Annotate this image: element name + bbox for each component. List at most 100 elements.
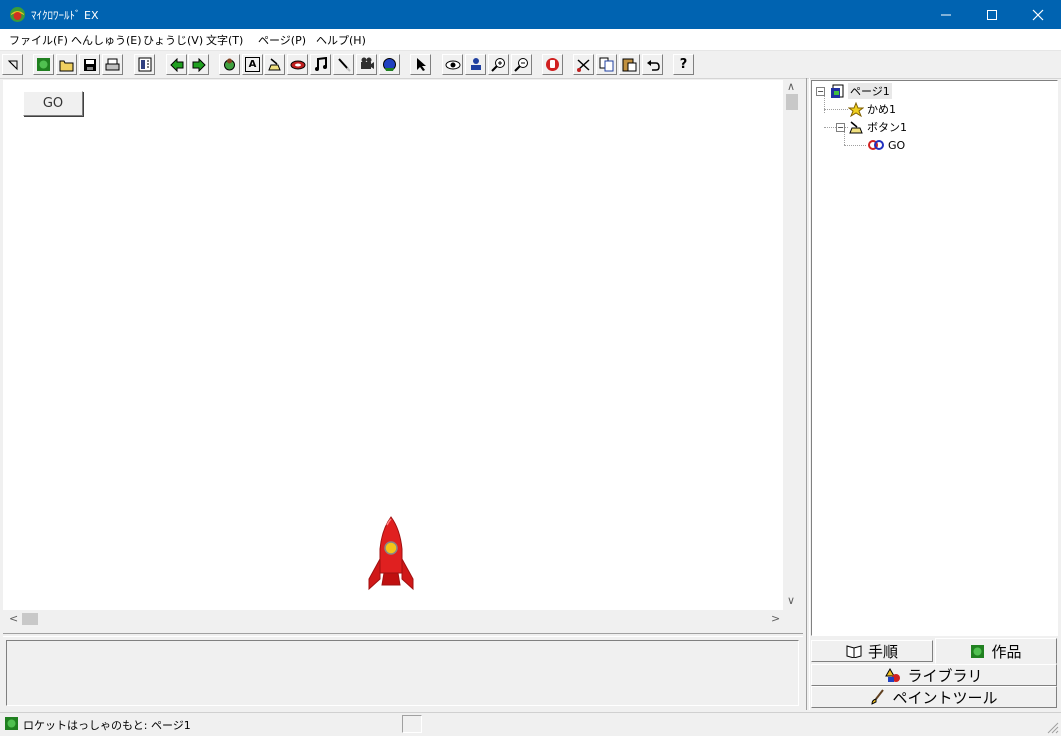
paint-icon: [337, 58, 351, 72]
horizontal-scrollbar[interactable]: < >: [3, 610, 783, 628]
vertical-scroll-thumb[interactable]: [786, 94, 798, 110]
close-button[interactable]: [1015, 0, 1061, 29]
cut-icon: [577, 58, 590, 72]
undo-icon: [646, 59, 660, 71]
open-folder-icon: [59, 60, 74, 71]
close-icon: [1032, 9, 1044, 20]
camera-icon: [360, 57, 374, 69]
tab-library-label: ライブラリ: [907, 666, 983, 685]
scroll-left-button[interactable]: <: [9, 612, 18, 625]
menu-page[interactable]: ページ(P): [258, 32, 306, 48]
tree-line: [844, 132, 845, 145]
maximize-button[interactable]: [969, 0, 1015, 29]
tree-item-turtle[interactable]: かめ1: [848, 101, 896, 117]
tree-item-page[interactable]: ページ1: [830, 83, 892, 99]
tree-item-button[interactable]: ボタン1: [848, 119, 907, 135]
link-object-icon: [868, 140, 884, 150]
horizontal-scroll-thumb[interactable]: [22, 613, 38, 625]
collapse-button-toggle[interactable]: −: [836, 123, 845, 132]
world-button[interactable]: [33, 54, 54, 75]
camera-button[interactable]: [356, 54, 377, 75]
tree-item-go[interactable]: GO: [867, 137, 905, 153]
tree-line: [844, 145, 866, 146]
paste-button[interactable]: [619, 54, 640, 75]
scroll-right-button[interactable]: >: [771, 612, 780, 625]
tree-item-page-label: ページ1: [848, 83, 892, 99]
tree-line: [824, 95, 825, 113]
pointer-button[interactable]: [2, 54, 23, 75]
status-panel: [402, 715, 422, 733]
button-icon: [268, 58, 281, 71]
undo-button[interactable]: [642, 54, 663, 75]
menu-view[interactable]: ひょうじ(V): [143, 32, 203, 48]
next-page-button[interactable]: [188, 54, 209, 75]
scroll-down-button[interactable]: ∨: [787, 594, 795, 607]
copy-button[interactable]: [596, 54, 617, 75]
eye-icon: [445, 60, 460, 69]
vertical-splitter[interactable]: [806, 78, 810, 710]
status-bar: ロケットはっしゃのもと: ページ1: [0, 712, 1061, 736]
stage-canvas[interactable]: GO: [3, 80, 783, 610]
zoom-out-icon: [514, 58, 528, 72]
menu-text[interactable]: 文字(T): [206, 32, 243, 48]
stamp-icon: [470, 58, 481, 70]
tree-item-turtle-label: かめ1: [867, 103, 896, 116]
toolbar: A ?: [0, 51, 1061, 79]
hand-icon: [224, 58, 235, 71]
stop-button[interactable]: [542, 54, 563, 75]
select-arrow-icon: [416, 58, 426, 71]
text-tool-button[interactable]: A: [242, 54, 263, 75]
tree-item-go-label: GO: [888, 138, 906, 152]
status-text: ロケットはっしゃのもと: ページ1: [23, 719, 191, 732]
print-button[interactable]: [102, 54, 123, 75]
link-tool-button[interactable]: [287, 54, 308, 75]
menu-edit[interactable]: へんしゅう(E): [71, 32, 142, 48]
app-icon: [10, 7, 25, 22]
open-button[interactable]: [56, 54, 77, 75]
tab-procedure[interactable]: 手順: [811, 640, 933, 662]
scroll-up-button[interactable]: ∧: [787, 80, 795, 93]
book-icon: [846, 644, 862, 658]
tab-paint-tool[interactable]: ペイントツール: [811, 686, 1057, 708]
zoom-out-button[interactable]: [511, 54, 532, 75]
save-button[interactable]: [79, 54, 100, 75]
tab-works-label: 作品: [991, 642, 1022, 661]
menu-file[interactable]: ファイル(F): [9, 32, 68, 48]
globe-button[interactable]: [379, 54, 400, 75]
prev-page-button[interactable]: [166, 54, 187, 75]
music-button[interactable]: [310, 54, 331, 75]
help-button[interactable]: ?: [673, 54, 694, 75]
menu-help[interactable]: ヘルプ(H): [316, 32, 366, 48]
turtle-icon: [848, 101, 864, 117]
resize-grip-icon[interactable]: [1046, 721, 1059, 734]
vertical-scrollbar[interactable]: ∧ ∨: [783, 80, 801, 610]
tab-procedure-label: 手順: [867, 642, 898, 661]
rocket-icon[interactable]: [366, 515, 416, 591]
zoom-in-button[interactable]: [488, 54, 509, 75]
copy-icon: [599, 57, 614, 72]
tab-library[interactable]: ライブラリ: [811, 664, 1057, 686]
next-page-icon: [192, 57, 206, 72]
message-panel[interactable]: [6, 640, 799, 706]
brush-icon: [870, 689, 886, 705]
button-tool-button[interactable]: [264, 54, 285, 75]
tab-works[interactable]: 作品: [935, 638, 1057, 664]
page-icon: [831, 84, 844, 98]
minimize-button[interactable]: [923, 0, 969, 29]
cut-button[interactable]: [573, 54, 594, 75]
panel-button[interactable]: [134, 54, 155, 75]
horizontal-splitter[interactable]: [3, 633, 803, 637]
hand-button[interactable]: [219, 54, 240, 75]
minimize-icon: [941, 14, 951, 15]
title-bar: ﾏｲｸﾛﾜｰﾙﾄﾞ EX: [0, 0, 1061, 29]
go-button[interactable]: GO: [23, 91, 83, 116]
panel-icon: [138, 57, 151, 72]
window-title: ﾏｲｸﾛﾜｰﾙﾄﾞ EX: [31, 9, 99, 22]
save-icon: [83, 58, 96, 71]
eye-button[interactable]: [442, 54, 463, 75]
collapse-page-toggle[interactable]: −: [816, 87, 825, 96]
maximize-icon: [987, 9, 997, 20]
stamp-button[interactable]: [465, 54, 486, 75]
paint-button[interactable]: [333, 54, 354, 75]
select-arrow-button[interactable]: [410, 54, 431, 75]
